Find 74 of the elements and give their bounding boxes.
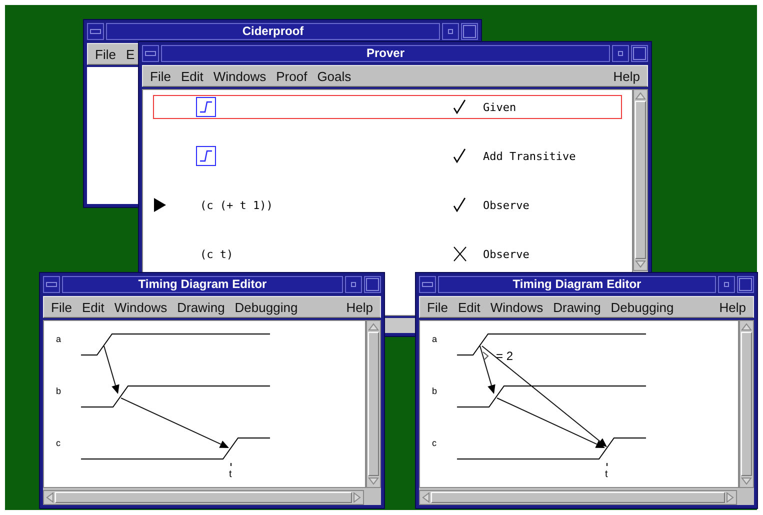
proof-row[interactable]: Add Transitive (153, 144, 622, 168)
signal-label: c (56, 438, 60, 448)
maximize-button[interactable] (631, 45, 648, 62)
constraint-label: = 2 (496, 349, 514, 363)
scroll-thumb[interactable] (741, 332, 752, 476)
minimize-button[interactable] (345, 276, 362, 293)
diagram-canvas[interactable]: a b c t (43, 320, 366, 488)
signal-label: a (432, 334, 438, 344)
arrow (104, 346, 120, 394)
menu-item[interactable]: File (90, 46, 121, 62)
scrollbar[interactable] (385, 318, 415, 333)
minimize-button[interactable] (442, 23, 459, 40)
menu-item[interactable]: E (120, 46, 140, 62)
menu-item[interactable]: Debugging (606, 300, 679, 314)
step-label: Add Transitive (483, 150, 576, 162)
proof-row[interactable]: (c (+ t 1)) Observe (153, 193, 622, 217)
window-title: Prover (161, 45, 610, 62)
menu-item[interactable]: Proof (271, 68, 312, 84)
scrollbar[interactable] (739, 320, 754, 488)
waveform-icon[interactable] (196, 97, 216, 117)
step-label: Given (483, 100, 516, 114)
window-menu-button[interactable] (419, 276, 436, 293)
menu-item[interactable]: Edit (176, 68, 208, 84)
maximize-button[interactable] (737, 276, 754, 293)
scrollbar[interactable] (419, 490, 737, 505)
diagram-canvas[interactable]: a b c t = 2 (419, 320, 739, 488)
menu-item[interactable]: Drawing (548, 300, 606, 314)
minimize-button[interactable] (718, 276, 735, 293)
menu-item[interactable]: Help (341, 300, 378, 314)
tick-mark (606, 462, 608, 466)
scrollbar[interactable] (43, 490, 364, 505)
signal-label: c (432, 438, 436, 448)
expression-text: (c (+ t 1)) (200, 198, 273, 212)
menu-item[interactable]: Edit (452, 300, 486, 314)
maximize-button[interactable] (461, 23, 478, 40)
time-label: t (605, 469, 608, 480)
menu-item[interactable]: Debugging (230, 300, 303, 314)
scroll-thumb[interactable] (368, 332, 379, 476)
menu-item[interactable]: Windows (208, 68, 272, 84)
step-label: Observe (483, 198, 530, 212)
proof-row[interactable]: Given (153, 95, 622, 119)
tick-mark (230, 462, 232, 466)
scroll-thumb[interactable] (431, 492, 725, 503)
menu-item[interactable]: File (422, 300, 453, 314)
scrollbar[interactable] (366, 320, 381, 488)
menu-item[interactable]: Edit (76, 300, 110, 314)
expression-text: (c t) (200, 248, 234, 260)
menu-item[interactable]: File (145, 68, 176, 84)
waveform-icon[interactable] (196, 146, 216, 166)
scrollbar[interactable] (633, 89, 648, 271)
window-menu-button[interactable] (87, 23, 104, 40)
window-title: Ciderproof (106, 23, 440, 40)
menu-item[interactable]: Help (608, 68, 645, 84)
step-label: Observe (483, 248, 530, 260)
window-menu-button[interactable] (43, 276, 60, 293)
menu-item[interactable]: Windows (485, 300, 548, 314)
menu-item[interactable]: Windows (109, 300, 172, 314)
maximize-button[interactable] (364, 276, 381, 293)
scroll-thumb[interactable] (55, 492, 352, 503)
angle-mark (482, 352, 489, 360)
minimize-button[interactable] (612, 45, 629, 62)
scroll-thumb[interactable] (635, 101, 646, 259)
menu-item[interactable]: Goals (312, 68, 356, 84)
menu-item[interactable]: Help (714, 300, 751, 314)
window-title: Timing Diagram Editor (62, 276, 343, 293)
window-menu-button[interactable] (142, 45, 159, 62)
signal-label: b (432, 386, 438, 396)
signal-label: a (56, 334, 62, 344)
proof-row[interactable]: (c t) Observe (153, 242, 622, 266)
window-title: Timing Diagram Editor (438, 276, 716, 293)
menu-item[interactable]: File (46, 300, 77, 314)
menu-item[interactable]: Drawing (172, 300, 230, 314)
time-label: t (229, 469, 232, 480)
signal-label: b (56, 386, 62, 396)
